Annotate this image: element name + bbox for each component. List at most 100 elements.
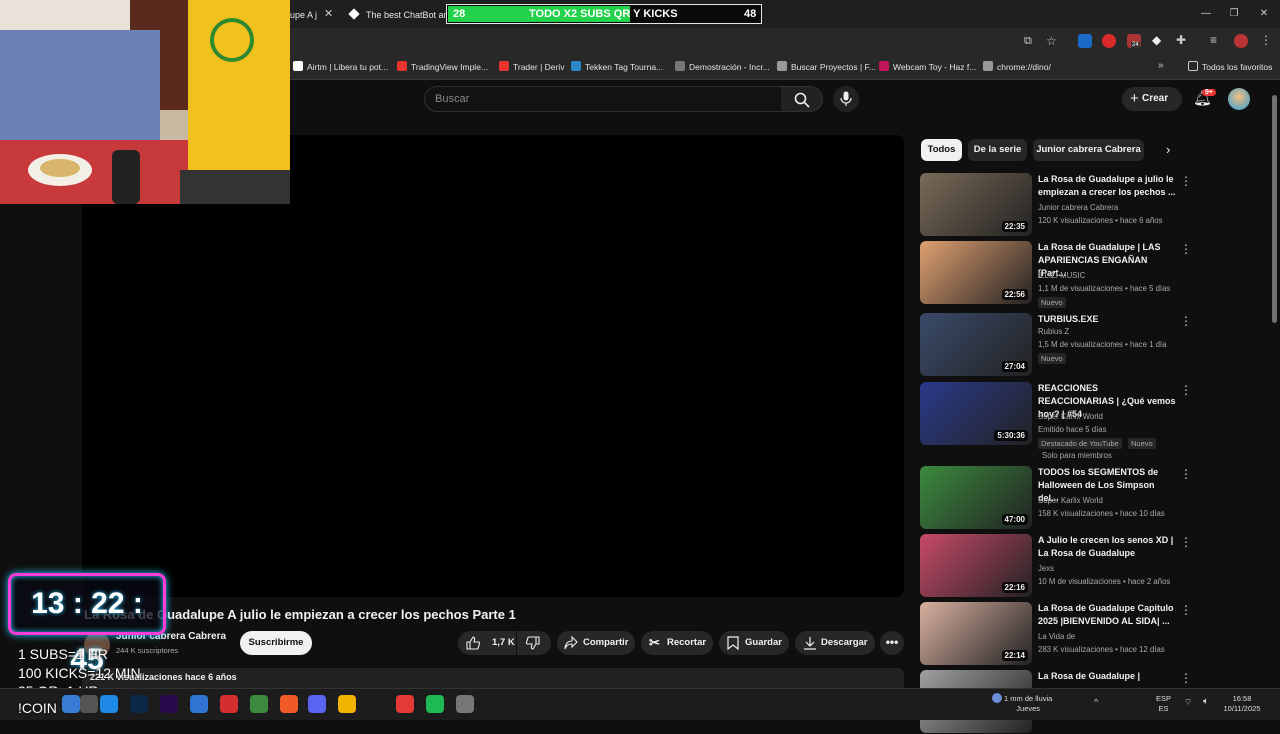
premiere-icon[interactable] xyxy=(160,695,178,713)
kebab-menu-icon[interactable]: ⋮ xyxy=(1180,604,1192,618)
start-icon[interactable] xyxy=(62,695,80,713)
bookmark-item[interactable]: Buscar Proyectos | F... xyxy=(777,59,876,75)
like-button[interactable]: 1,7 K xyxy=(458,631,516,655)
recommendation-channel[interactable]: Rubius Z xyxy=(1038,327,1069,336)
extension-icon[interactable] xyxy=(1102,34,1116,48)
chip-channel[interactable]: Junior cabrera Cabrera xyxy=(1033,139,1144,161)
maximize-icon[interactable]: ❐ xyxy=(1224,4,1244,24)
close-icon[interactable]: ✕ xyxy=(324,7,333,20)
recommendation-title[interactable]: La Rosa de Guadalupe Capitulo 2025 |BIEN… xyxy=(1038,602,1176,628)
deriv-icon[interactable] xyxy=(220,695,238,713)
tab-chatbot[interactable]: The best ChatBot and xyxy=(344,2,446,28)
recommendation-channel[interactable]: Junior cabrera Cabrera xyxy=(1038,203,1118,212)
kebab-menu-icon[interactable]: ⋮ xyxy=(1180,536,1192,550)
save-button[interactable]: Guardar xyxy=(719,631,789,655)
files-icon[interactable] xyxy=(338,695,356,713)
recommendation-title[interactable]: La Rosa de Guadalupe | xyxy=(1038,670,1176,683)
search-input[interactable]: Buscar xyxy=(424,86,782,112)
recommendation-item[interactable]: 22:14 La Rosa de Guadalupe Capitulo 2025 … xyxy=(920,602,1192,666)
edge-icon[interactable] xyxy=(100,695,118,713)
reading-list-icon[interactable]: ≡ xyxy=(1210,33,1217,47)
bookmark-item[interactable]: Demostración - Incr... xyxy=(675,59,770,75)
video-thumbnail[interactable]: 47:00 xyxy=(920,466,1032,529)
avatar[interactable] xyxy=(1228,88,1250,110)
photoshop-icon[interactable] xyxy=(130,695,148,713)
kebab-menu-icon[interactable]: ⋮ xyxy=(1180,468,1192,482)
chip-series[interactable]: De la serie xyxy=(968,139,1027,161)
chevron-right-icon[interactable]: » xyxy=(1158,60,1164,71)
close-window-icon[interactable]: ✕ xyxy=(1254,4,1274,24)
bookmark-item[interactable]: chrome://dino/ xyxy=(983,59,1051,75)
video-thumbnail[interactable]: 5:30:36 xyxy=(920,382,1032,445)
all-bookmarks[interactable]: Todos los favoritos xyxy=(1188,59,1272,75)
video-thumbnail[interactable]: 22:35 xyxy=(920,173,1032,236)
more-actions-icon[interactable]: ••• xyxy=(880,631,904,655)
store-icon[interactable] xyxy=(190,695,208,713)
bookmark-label: TradingView Imple... xyxy=(411,62,489,72)
chevron-up-icon[interactable]: ^ xyxy=(1094,697,1098,707)
minecraft-icon[interactable] xyxy=(250,695,268,713)
chrome-icon[interactable] xyxy=(396,695,414,713)
recommendation-channel[interactable]: La Vida de xyxy=(1038,632,1075,641)
download-button[interactable]: Descargar xyxy=(795,631,875,655)
video-thumbnail[interactable]: 27:04 xyxy=(920,313,1032,376)
recommendation-item[interactable]: 5:30:36 REACCIONES REACCIONARIAS | ¿Qué v… xyxy=(920,382,1192,460)
chevron-right-icon[interactable]: › xyxy=(1166,142,1170,157)
recommendation-item[interactable]: 47:00 TODOS los SEGMENTOS de Halloween de… xyxy=(920,466,1192,530)
brave-icon[interactable] xyxy=(280,695,298,713)
create-button[interactable]: + Crear xyxy=(1122,87,1182,111)
recommendation-channel[interactable]: Super Karlix World xyxy=(1038,496,1103,505)
recommendation-title[interactable]: A Julio le crecen los senos XD | La Rosa… xyxy=(1038,534,1176,560)
recommendation-channel[interactable]: Super Karlix World xyxy=(1038,412,1103,421)
discord-icon[interactable] xyxy=(308,695,326,713)
kebab-menu-icon[interactable]: ⋮ xyxy=(1180,384,1192,398)
recommendation-item[interactable]: 22:56 La Rosa de Guadalupe | LAS APARIENC… xyxy=(920,241,1192,308)
chip-all[interactable]: Todos xyxy=(921,139,962,161)
bookmark-item[interactable]: Trader | Deriv xyxy=(499,59,565,75)
bookmark-item[interactable]: Airtm | Libera tu pot... xyxy=(293,59,388,75)
recommendation-channel[interactable]: ILLIZI MUSIC xyxy=(1038,271,1085,280)
video-thumbnail[interactable]: 22:14 xyxy=(920,602,1032,665)
weather-widget[interactable]: 1 mm de lluvia Jueves xyxy=(1004,694,1052,714)
recommendation-item[interactable]: 22:35 La Rosa de Guadalupe a julio le emp… xyxy=(920,173,1192,237)
recommendation-item[interactable]: 22:16 A Julio le crecen los senos XD | La… xyxy=(920,534,1192,598)
voice-search-button[interactable] xyxy=(833,86,859,112)
clock[interactable]: 16:58 10/11/2025 xyxy=(1222,694,1262,714)
bookmark-favicon-icon xyxy=(293,61,303,71)
recommendation-title[interactable]: TURBIUS.EXE xyxy=(1038,313,1176,326)
spotify-icon[interactable] xyxy=(426,695,444,713)
share-button[interactable]: Compartir xyxy=(557,631,635,655)
app-icon[interactable] xyxy=(456,695,474,713)
recommendation-channel[interactable]: Jexs xyxy=(1038,564,1054,573)
puzzle-icon[interactable]: ✚ xyxy=(1176,33,1186,47)
kebab-menu-icon[interactable]: ⋮ xyxy=(1180,175,1192,189)
minimize-icon[interactable]: — xyxy=(1196,4,1216,24)
description-box[interactable]: 221 K visualizaciones hace 6 años xyxy=(82,668,904,688)
kebab-menu-icon[interactable]: ⋮ xyxy=(1260,33,1272,47)
kebab-menu-icon[interactable]: ⋮ xyxy=(1180,672,1192,686)
scrollbar[interactable] xyxy=(1272,95,1277,323)
recommendation-item[interactable]: 27:04 TURBIUS.EXE Rubius Z 1,5 M de visuali… xyxy=(920,313,1192,377)
search-icon[interactable] xyxy=(80,695,98,713)
subscribe-button[interactable]: Suscribirme xyxy=(240,631,312,655)
kebab-menu-icon[interactable]: ⋮ xyxy=(1180,243,1192,257)
kebab-menu-icon[interactable]: ⋮ xyxy=(1180,315,1192,329)
extension-icon[interactable] xyxy=(1078,34,1092,48)
dislike-button[interactable] xyxy=(517,631,551,655)
language-indicator[interactable]: ESP ES xyxy=(1156,694,1171,714)
video-player[interactable] xyxy=(82,135,904,597)
cast-icon[interactable]: ⧉ xyxy=(1024,35,1032,48)
recommendation-title[interactable]: La Rosa de Guadalupe a julio le empiezan… xyxy=(1038,173,1176,199)
video-thumbnail[interactable]: 22:16 xyxy=(920,534,1032,597)
bookmark-item[interactable]: TradingView Imple... xyxy=(397,59,488,75)
video-thumbnail[interactable]: 22:56 xyxy=(920,241,1032,304)
wifi-icon[interactable]: ⌔ xyxy=(1184,697,1192,708)
search-button[interactable] xyxy=(781,86,823,112)
bookmark-item[interactable]: Tekken Tag Tourna... xyxy=(571,59,663,75)
star-icon[interactable]: ☆ xyxy=(1046,34,1057,48)
clip-button[interactable]: ✂ Recortar xyxy=(641,631,713,655)
speaker-icon[interactable]: 🔈︎ xyxy=(1203,696,1209,707)
diamond-icon[interactable]: ◆ xyxy=(1152,33,1161,47)
bookmark-item[interactable]: Webcam Toy - Haz f... xyxy=(879,59,976,75)
profile-avatar[interactable] xyxy=(1234,34,1248,48)
